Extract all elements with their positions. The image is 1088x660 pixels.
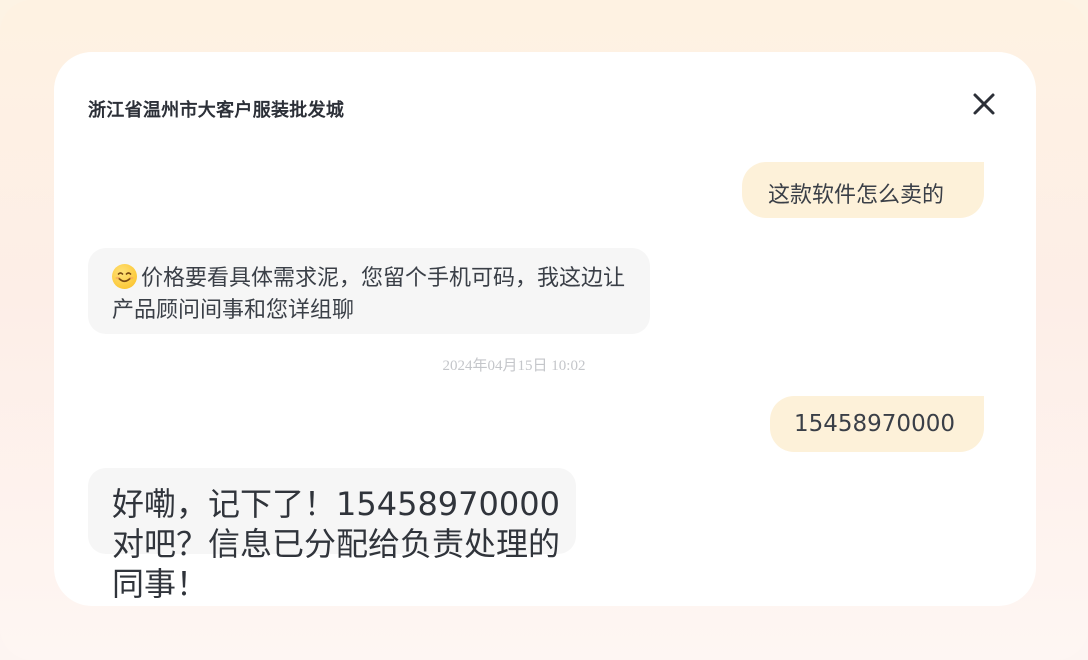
message-text: 这款软件怎么卖的	[768, 183, 945, 208]
message-timestamp: 2024年04月15日 10:02	[442, 358, 586, 374]
message-bot-bubble: 价格要看具体需求泥，您留个手机可码，我这边让产品顾问间事和您详组聊	[88, 248, 650, 334]
message-user-bubble: 这款软件怎么卖的	[742, 162, 984, 218]
chat-dialog: 浙江省温州市大客户服装批发城 这款软件怎么卖的 价格要看具体需求泥，您留个手机可…	[54, 52, 1036, 606]
smiling-face-icon	[112, 264, 137, 289]
close-icon[interactable]	[970, 90, 998, 118]
message-text: 价格要看具体需求泥，您留个手机可码，我这边让产品顾问间事和您详组聊	[112, 266, 626, 323]
message-text: 好嘞，记下了！15458970000对吧？信息已分配给负责处理的同事！	[112, 485, 561, 603]
message-user-bubble: 15458970000	[770, 396, 984, 452]
chat-title: 浙江省温州市大客户服装批发城	[88, 100, 345, 121]
message-bot-bubble: 好嘞，记下了！15458970000对吧？信息已分配给负责处理的同事！	[88, 468, 576, 603]
message-text: 15458970000	[794, 411, 955, 437]
